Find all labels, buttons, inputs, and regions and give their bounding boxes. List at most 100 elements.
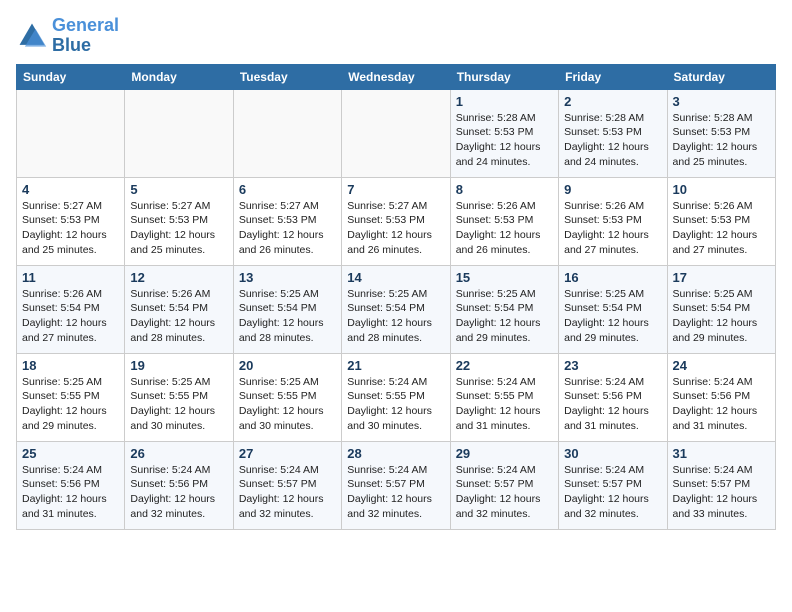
calendar-cell: 22Sunrise: 5:24 AM Sunset: 5:55 PM Dayli…: [450, 353, 558, 441]
day-number: 9: [564, 182, 661, 197]
calendar-cell: 26 Sunrise: 5:24 AM Sunset: 5:56 PM Dayli…: [125, 441, 233, 529]
day-number: 20: [239, 358, 336, 373]
logo-text: General Blue: [52, 16, 119, 56]
day-number: 3: [673, 94, 770, 109]
weekday-header-tuesday: Tuesday: [233, 64, 341, 89]
day-number: 2: [564, 94, 661, 109]
day-number: 16: [564, 270, 661, 285]
calendar-week-1: 1Sunrise: 5:28 AM Sunset: 5:53 PM Daylig…: [17, 89, 776, 177]
calendar-cell: 27 Sunrise: 5:24 AM Sunset: 5:57 PM Dayli…: [233, 441, 341, 529]
calendar-cell: 23 Sunrise: 5:24 AM Sunset: 5:56 PM Dayli…: [559, 353, 667, 441]
cell-info: Sunrise: 5:26 AM Sunset: 5:54 PM Dayligh…: [130, 287, 227, 346]
calendar-cell: 13 Sunrise: 5:25 AM Sunset: 5:54 PM Dayli…: [233, 265, 341, 353]
cell-info: Sunrise: 5:26 AM Sunset: 5:53 PM Dayligh…: [456, 199, 553, 258]
calendar-cell: 24 Sunrise: 5:24 AM Sunset: 5:56 PM Dayli…: [667, 353, 775, 441]
cell-info: Sunrise: 5:24 AM Sunset: 5:57 PM Dayligh…: [239, 463, 336, 522]
calendar-cell: 16 Sunrise: 5:25 AM Sunset: 5:54 PM Dayli…: [559, 265, 667, 353]
cell-info: Sunrise: 5:24 AM Sunset: 5:57 PM Dayligh…: [347, 463, 444, 522]
cell-info: Sunrise: 5:25 AM Sunset: 5:55 PM Dayligh…: [239, 375, 336, 434]
calendar-cell: 15 Sunrise: 5:25 AM Sunset: 5:54 PM Dayli…: [450, 265, 558, 353]
cell-info: Sunrise: 5:24 AM Sunset: 5:56 PM Dayligh…: [564, 375, 661, 434]
day-number: 26: [130, 446, 227, 461]
calendar-cell: 28 Sunrise: 5:24 AM Sunset: 5:57 PM Dayli…: [342, 441, 450, 529]
day-number: 18: [22, 358, 119, 373]
calendar-table: SundayMondayTuesdayWednesdayThursdayFrid…: [16, 64, 776, 530]
cell-info: Sunrise: 5:25 AM Sunset: 5:55 PM Dayligh…: [130, 375, 227, 434]
logo-icon: [16, 20, 48, 52]
calendar-cell: 25Sunrise: 5:24 AM Sunset: 5:56 PM Dayli…: [17, 441, 125, 529]
page-header: General Blue: [16, 16, 776, 56]
day-number: 27: [239, 446, 336, 461]
calendar-cell: 30 Sunrise: 5:24 AM Sunset: 5:57 PM Dayli…: [559, 441, 667, 529]
weekday-header-saturday: Saturday: [667, 64, 775, 89]
calendar-cell: 8 Sunrise: 5:26 AM Sunset: 5:53 PM Daylig…: [450, 177, 558, 265]
day-number: 23: [564, 358, 661, 373]
cell-info: Sunrise: 5:25 AM Sunset: 5:54 PM Dayligh…: [239, 287, 336, 346]
day-number: 10: [673, 182, 770, 197]
calendar-cell: 19 Sunrise: 5:25 AM Sunset: 5:55 PM Dayli…: [125, 353, 233, 441]
calendar-cell: 9Sunrise: 5:26 AM Sunset: 5:53 PM Daylig…: [559, 177, 667, 265]
calendar-cell: [233, 89, 341, 177]
cell-info: Sunrise: 5:27 AM Sunset: 5:53 PM Dayligh…: [347, 199, 444, 258]
calendar-cell: 21 Sunrise: 5:24 AM Sunset: 5:55 PM Dayli…: [342, 353, 450, 441]
cell-info: Sunrise: 5:26 AM Sunset: 5:53 PM Dayligh…: [673, 199, 770, 258]
calendar-week-5: 25 Sunrise: 5:24 AM Sunset: 5:56 PM Dayli…: [17, 441, 776, 529]
day-number: 28: [347, 446, 444, 461]
day-number: 29: [456, 446, 553, 461]
calendar-cell: [17, 89, 125, 177]
logo: General Blue: [16, 16, 119, 56]
cell-info: Sunrise: 5:25 AM Sunset: 5:54 PM Dayligh…: [456, 287, 553, 346]
day-number: 21: [347, 358, 444, 373]
day-number: 6: [239, 182, 336, 197]
calendar-cell: 17Sunrise: 5:25 AM Sunset: 5:54 PM Dayli…: [667, 265, 775, 353]
cell-info: Sunrise: 5:24 AM Sunset: 5:55 PM Dayligh…: [347, 375, 444, 434]
cell-info: Sunrise: 5:24 AM Sunset: 5:57 PM Dayligh…: [673, 463, 770, 522]
calendar-cell: 2 Sunrise: 5:28 AM Sunset: 5:53 PM Daylig…: [559, 89, 667, 177]
calendar-cell: 11 Sunrise: 5:26 AM Sunset: 5:54 PM Dayli…: [17, 265, 125, 353]
day-number: 12: [130, 270, 227, 285]
day-number: 24: [673, 358, 770, 373]
calendar-cell: 3 Sunrise: 5:28 AM Sunset: 5:53 PM Daylig…: [667, 89, 775, 177]
day-number: 19: [130, 358, 227, 373]
calendar-cell: 20 Sunrise: 5:25 AM Sunset: 5:55 PM Dayli…: [233, 353, 341, 441]
calendar-cell: 6Sunrise: 5:27 AM Sunset: 5:53 PM Daylig…: [233, 177, 341, 265]
cell-info: Sunrise: 5:27 AM Sunset: 5:53 PM Dayligh…: [130, 199, 227, 258]
calendar-week-4: 18 Sunrise: 5:25 AM Sunset: 5:55 PM Dayli…: [17, 353, 776, 441]
calendar-week-2: 4Sunrise: 5:27 AM Sunset: 5:53 PM Daylig…: [17, 177, 776, 265]
day-number: 5: [130, 182, 227, 197]
cell-info: Sunrise: 5:24 AM Sunset: 5:57 PM Dayligh…: [564, 463, 661, 522]
calendar-cell: 14Sunrise: 5:25 AM Sunset: 5:54 PM Dayli…: [342, 265, 450, 353]
cell-info: Sunrise: 5:25 AM Sunset: 5:55 PM Dayligh…: [22, 375, 119, 434]
day-number: 8: [456, 182, 553, 197]
cell-info: Sunrise: 5:24 AM Sunset: 5:56 PM Dayligh…: [130, 463, 227, 522]
cell-info: Sunrise: 5:28 AM Sunset: 5:53 PM Dayligh…: [673, 111, 770, 170]
cell-info: Sunrise: 5:25 AM Sunset: 5:54 PM Dayligh…: [347, 287, 444, 346]
cell-info: Sunrise: 5:26 AM Sunset: 5:54 PM Dayligh…: [22, 287, 119, 346]
cell-info: Sunrise: 5:28 AM Sunset: 5:53 PM Dayligh…: [456, 111, 553, 170]
cell-info: Sunrise: 5:25 AM Sunset: 5:54 PM Dayligh…: [673, 287, 770, 346]
cell-info: Sunrise: 5:28 AM Sunset: 5:53 PM Dayligh…: [564, 111, 661, 170]
calendar-cell: [125, 89, 233, 177]
calendar-cell: 31 Sunrise: 5:24 AM Sunset: 5:57 PM Dayli…: [667, 441, 775, 529]
day-number: 25: [22, 446, 119, 461]
weekday-header-thursday: Thursday: [450, 64, 558, 89]
day-number: 11: [22, 270, 119, 285]
calendar-cell: 1Sunrise: 5:28 AM Sunset: 5:53 PM Daylig…: [450, 89, 558, 177]
calendar-week-3: 11 Sunrise: 5:26 AM Sunset: 5:54 PM Dayli…: [17, 265, 776, 353]
day-number: 7: [347, 182, 444, 197]
calendar-cell: [342, 89, 450, 177]
day-number: 22: [456, 358, 553, 373]
calendar-cell: 4Sunrise: 5:27 AM Sunset: 5:53 PM Daylig…: [17, 177, 125, 265]
calendar-cell: 10 Sunrise: 5:26 AM Sunset: 5:53 PM Dayli…: [667, 177, 775, 265]
day-number: 13: [239, 270, 336, 285]
weekday-header-sunday: Sunday: [17, 64, 125, 89]
cell-info: Sunrise: 5:25 AM Sunset: 5:54 PM Dayligh…: [564, 287, 661, 346]
calendar-cell: 29Sunrise: 5:24 AM Sunset: 5:57 PM Dayli…: [450, 441, 558, 529]
cell-info: Sunrise: 5:24 AM Sunset: 5:56 PM Dayligh…: [673, 375, 770, 434]
calendar-cell: 5 Sunrise: 5:27 AM Sunset: 5:53 PM Daylig…: [125, 177, 233, 265]
day-number: 15: [456, 270, 553, 285]
day-number: 30: [564, 446, 661, 461]
weekday-header-monday: Monday: [125, 64, 233, 89]
cell-info: Sunrise: 5:27 AM Sunset: 5:53 PM Dayligh…: [22, 199, 119, 258]
day-number: 31: [673, 446, 770, 461]
